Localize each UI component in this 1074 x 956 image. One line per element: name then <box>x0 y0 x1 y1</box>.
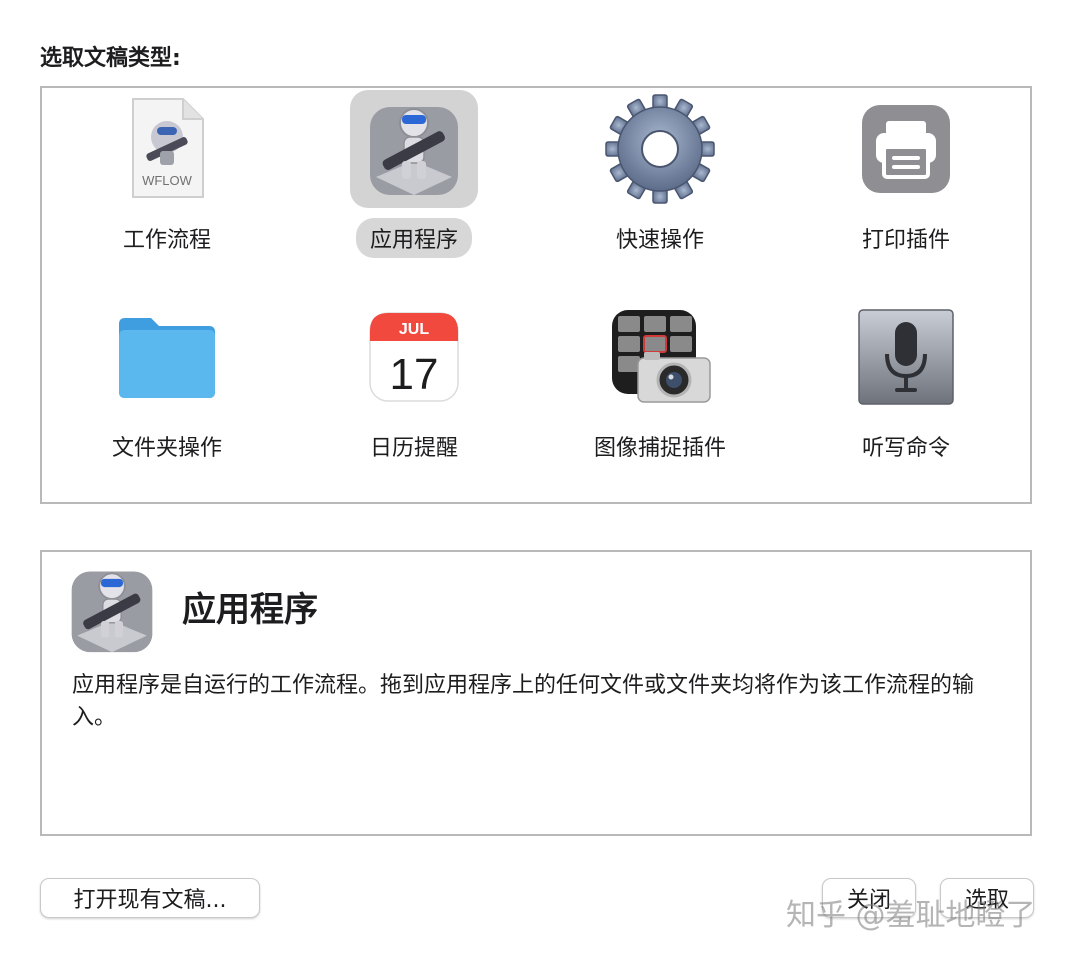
calendar-month: JUL <box>399 321 429 338</box>
doc-type-quick-action[interactable]: 快速操作 <box>560 90 760 280</box>
description-text: 应用程序是自运行的工作流程。拖到应用程序上的任何文件或文件夹均将作为该工作流程的… <box>72 673 975 730</box>
doc-type-label: 文件夹操作 <box>111 436 222 461</box>
description-panel: 应用程序 应用程序是自运行的工作流程。拖到应用程序上的任何文件或文件夹均将作为该… <box>40 550 1032 836</box>
calendar-day: 17 <box>390 350 439 399</box>
close-button[interactable]: 关闭 <box>822 878 916 918</box>
doc-type-label: 日历提醒 <box>369 436 458 461</box>
automator-robot-icon <box>370 107 458 195</box>
doc-type-label: 打印插件 <box>861 228 950 253</box>
doc-type-folder-action[interactable]: 文件夹操作 <box>67 298 267 488</box>
document-type-grid: WFLOW 工作流程 应用程序 快速操作 打印插件 文件夹操作 JUL 17 日… <box>40 86 1032 504</box>
printer-icon <box>862 105 950 193</box>
doc-type-workflow[interactable]: WFLOW 工作流程 <box>67 90 267 280</box>
doc-type-print-plugin[interactable]: 打印插件 <box>806 90 1006 280</box>
open-existing-document-button[interactable]: 打开现有文稿... <box>40 878 260 918</box>
doc-type-image-capture-plugin[interactable]: 图像捕捉插件 <box>560 298 760 488</box>
gear-icon <box>605 94 715 204</box>
workflow-file-icon: WFLOW <box>132 98 204 198</box>
file-extension-label: WFLOW <box>142 173 193 188</box>
doc-type-label: 图像捕捉插件 <box>593 436 726 461</box>
image-capture-icon <box>612 310 711 403</box>
doc-type-label: 应用程序 <box>355 218 472 258</box>
doc-type-application[interactable]: 应用程序 <box>314 90 514 280</box>
folder-icon <box>119 318 215 398</box>
doc-type-dictation-command[interactable]: 听写命令 <box>806 298 1006 488</box>
choose-button[interactable]: 选取 <box>940 878 1034 918</box>
doc-type-label: 工作流程 <box>122 228 211 253</box>
doc-type-label: 快速操作 <box>615 228 704 253</box>
doc-type-calendar-alarm[interactable]: JUL 17 日历提醒 <box>314 298 514 488</box>
description-title: 应用程序 <box>182 590 318 630</box>
microphone-icon <box>858 309 954 405</box>
dialog-heading: 选取文稿类型: <box>40 46 181 71</box>
calendar-icon: JUL 17 <box>369 312 459 402</box>
doc-type-label: 听写命令 <box>861 436 950 461</box>
automator-robot-icon <box>71 571 153 653</box>
